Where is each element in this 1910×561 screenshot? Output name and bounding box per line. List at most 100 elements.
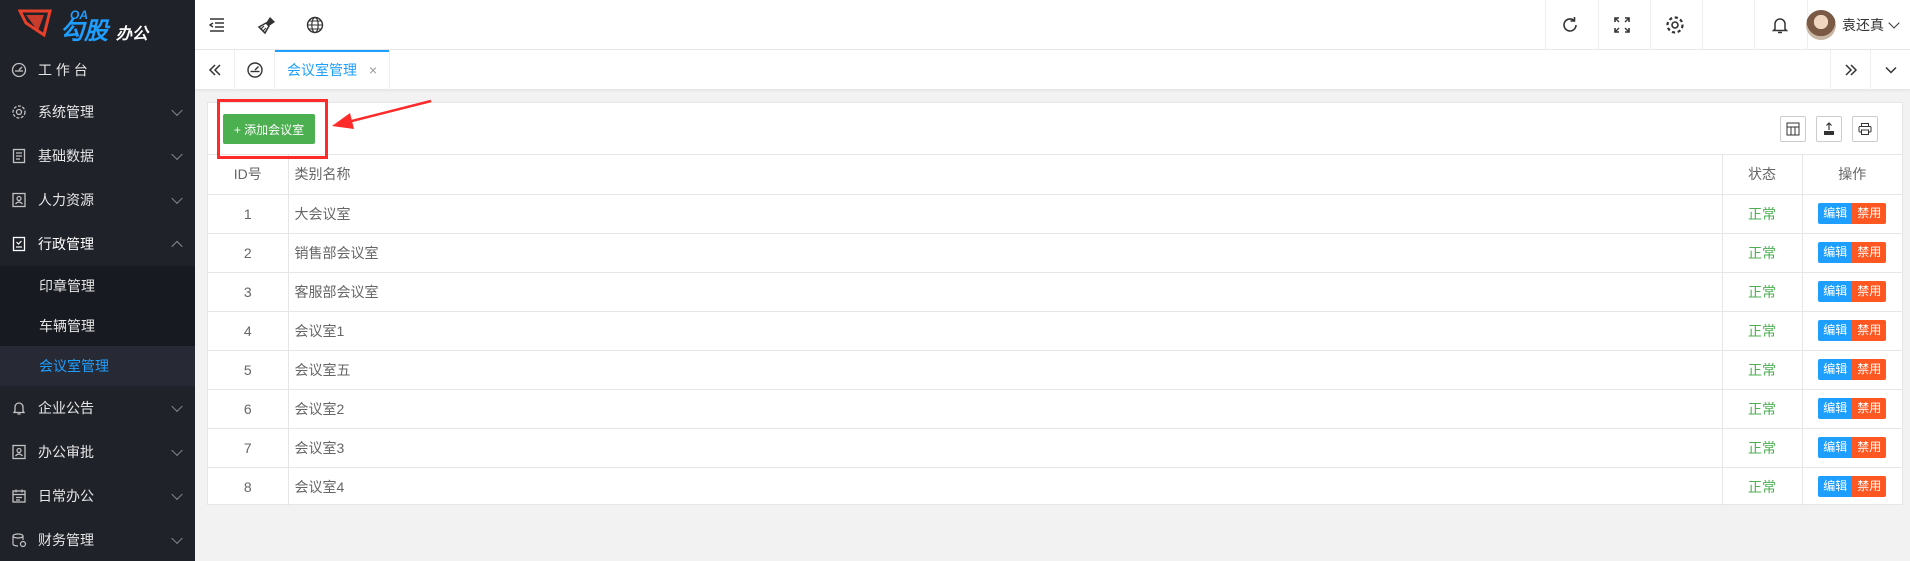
sidebar-item-daily[interactable]: 日常办公 — [0, 474, 195, 518]
settings-button[interactable] — [1653, 0, 1697, 50]
bell-icon — [10, 399, 28, 417]
user-menu[interactable]: 袁还真 — [1806, 0, 1900, 50]
logo-mark-icon: OA 勾股 办公 — [18, 8, 150, 45]
disable-button[interactable]: 禁用 — [1852, 359, 1887, 380]
double-chevron-left-icon — [208, 64, 221, 76]
table-row: 4 会议室1 正常 编辑 禁用 — [208, 310, 1902, 350]
export-icon — [1824, 122, 1834, 135]
cell-operations: 编辑 禁用 — [1802, 310, 1902, 350]
chevron-down-icon — [171, 192, 183, 205]
edit-button[interactable]: 编辑 — [1818, 398, 1853, 419]
website-button[interactable] — [293, 0, 337, 50]
cell-name: 会议室3 — [288, 427, 1723, 467]
edit-button[interactable]: 编辑 — [1818, 242, 1853, 263]
table-row: 2 销售部会议室 正常 编辑 禁用 — [208, 232, 1902, 272]
edit-button[interactable]: 编辑 — [1818, 203, 1853, 224]
status-badge: 正常 — [1722, 388, 1803, 428]
cell-operations: 编辑 禁用 — [1802, 466, 1902, 506]
sidebar-item-notice[interactable]: 企业公告 — [0, 386, 195, 430]
add-meeting-room-button[interactable]: + 添加会议室 — [223, 114, 315, 144]
gear-icon — [1666, 16, 1684, 34]
tab-home[interactable] — [235, 50, 275, 90]
chevron-down-icon — [171, 104, 183, 117]
sidebar-subitem-vehicle[interactable]: 车辆管理 — [0, 306, 195, 346]
cell-id: 1 — [208, 193, 289, 233]
table-row: 5 会议室五 正常 编辑 禁用 — [208, 349, 1902, 389]
tabs-menu-button[interactable] — [1870, 50, 1910, 90]
status-badge: 正常 — [1722, 310, 1803, 350]
disable-button[interactable]: 禁用 — [1852, 320, 1887, 341]
disable-button[interactable]: 禁用 — [1852, 437, 1887, 458]
top-header: 袁还真 — [195, 0, 1910, 50]
cell-name: 会议室2 — [288, 388, 1723, 428]
sidebar-item-basic-data[interactable]: 基础数据 — [0, 134, 195, 178]
disable-button[interactable]: 禁用 — [1852, 242, 1887, 263]
sidebar-item-workbench[interactable]: 工 作 台 — [0, 50, 195, 90]
bell-icon — [1771, 18, 1789, 34]
tab-meeting-room[interactable]: 会议室管理 × — [275, 50, 391, 90]
cell-id: 4 — [208, 310, 289, 350]
approval-icon — [10, 443, 28, 461]
fullscreen-button[interactable] — [1600, 0, 1644, 50]
disable-button[interactable]: 禁用 — [1852, 203, 1887, 224]
edit-button[interactable]: 编辑 — [1818, 476, 1853, 498]
tabs-scroll-left-button[interactable] — [195, 50, 235, 90]
cell-operations: 编辑 禁用 — [1802, 232, 1902, 272]
col-status: 状态 — [1722, 155, 1803, 194]
edit-button[interactable]: 编辑 — [1818, 281, 1853, 302]
cell-operations: 编辑 禁用 — [1802, 271, 1902, 311]
cell-operations: 编辑 禁用 — [1802, 388, 1902, 428]
export-button[interactable] — [1816, 116, 1842, 142]
person-card-icon — [10, 191, 28, 209]
disable-button[interactable]: 禁用 — [1852, 281, 1887, 302]
sidebar-item-system[interactable]: 系统管理 — [0, 90, 195, 134]
table-header-row: ID号 类别名称 状态 操作 — [208, 155, 1902, 194]
edit-button[interactable]: 编辑 — [1818, 359, 1853, 380]
print-button[interactable] — [1852, 116, 1878, 142]
chevron-down-icon — [171, 148, 183, 161]
document-icon — [10, 147, 28, 165]
col-name: 类别名称 — [288, 155, 1723, 194]
sidebar-item-label: 人力资源 — [38, 192, 94, 208]
refresh-button[interactable] — [1548, 0, 1592, 50]
sidebar-item-label: 财务管理 — [38, 532, 94, 548]
sidebar-item-hr[interactable]: 人力资源 — [0, 178, 195, 222]
chevron-down-icon — [171, 400, 183, 413]
toggle-sidebar-button[interactable] — [195, 0, 239, 50]
sidebar-subitem-seal[interactable]: 印章管理 — [0, 266, 195, 306]
fullscreen-icon — [1614, 17, 1630, 33]
status-badge: 正常 — [1722, 427, 1803, 467]
disable-button[interactable]: 禁用 — [1852, 398, 1887, 419]
cell-operations: 编辑 禁用 — [1802, 349, 1902, 389]
close-icon[interactable]: × — [369, 62, 377, 78]
edit-button[interactable]: 编辑 — [1818, 437, 1853, 458]
sidebar-item-label: 系统管理 — [38, 104, 94, 120]
col-id: ID号 — [208, 155, 289, 194]
cell-name: 会议室4 — [288, 466, 1723, 506]
cell-operations: 编辑 禁用 — [1802, 193, 1902, 233]
cell-name: 客服部会议室 — [288, 271, 1723, 311]
sidebar-item-label: 基础数据 — [38, 148, 94, 164]
sidebar-item-admin[interactable]: 行政管理 — [0, 222, 195, 266]
cell-id: 7 — [208, 427, 289, 467]
table-toolbar: + 添加会议室 — [208, 103, 1902, 155]
tabs-scroll-right-button[interactable] — [1830, 50, 1870, 90]
indent-icon — [208, 18, 224, 32]
sidebar-item-label: 行政管理 — [38, 236, 94, 252]
sidebar-item-finance[interactable]: 财务管理 — [0, 518, 195, 561]
sidebar-submenu-admin: 印章管理 车辆管理 会议室管理 — [0, 266, 195, 386]
sidebar-item-label: 企业公告 — [38, 400, 94, 416]
edit-button[interactable]: 编辑 — [1818, 320, 1853, 341]
disable-button[interactable]: 禁用 — [1852, 476, 1887, 498]
app-logo[interactable]: OA 勾股 办公 — [0, 0, 195, 50]
cell-name: 会议室1 — [288, 310, 1723, 350]
notifications-button[interactable] — [1758, 0, 1802, 50]
finance-icon — [10, 531, 28, 549]
sidebar-subitem-meeting-room[interactable]: 会议室管理 — [0, 346, 195, 386]
settings-icon — [10, 103, 28, 121]
table-row: 7 会议室3 正常 编辑 禁用 — [208, 427, 1902, 467]
clear-cache-button[interactable] — [245, 0, 289, 50]
meeting-room-table-card: + 添加会议室 ID号 类别名称 状态 操作 1 大会议室 正常 编辑 禁用 2… — [207, 102, 1903, 506]
column-filter-button[interactable] — [1780, 116, 1806, 142]
sidebar-item-approval[interactable]: 办公审批 — [0, 430, 195, 474]
